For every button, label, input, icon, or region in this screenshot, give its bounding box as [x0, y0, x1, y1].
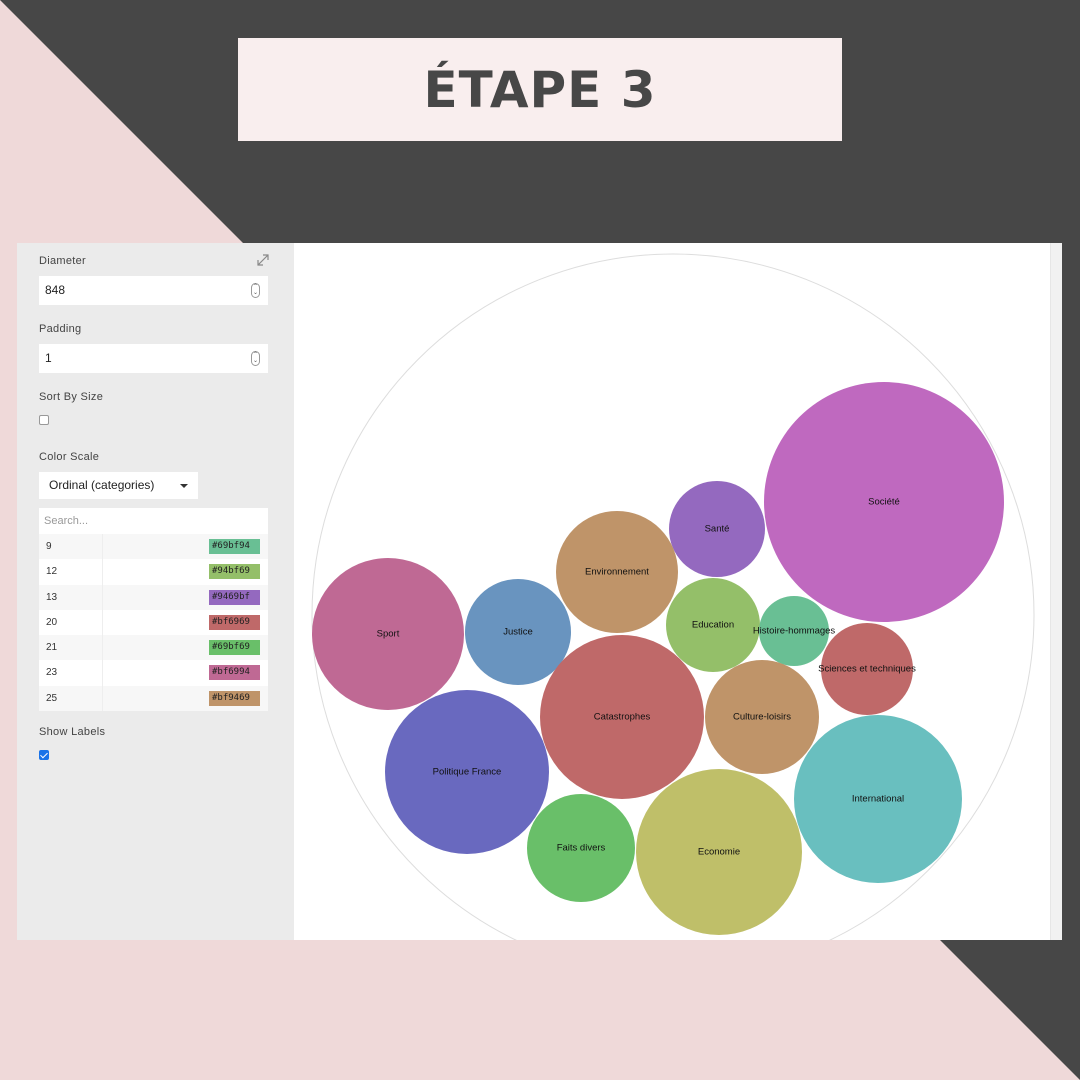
bubble-label: Société — [868, 497, 900, 508]
color-row-label: 21 — [46, 642, 58, 654]
bubble-label: Histoire-hommages — [753, 626, 836, 637]
padding-spinner-icon[interactable]: ⌃ ⌄ — [251, 351, 260, 366]
color-scale-label: Color Scale — [39, 451, 100, 463]
diameter-value: 848 — [45, 283, 66, 297]
diameter-spinner-icon[interactable]: ⌃ ⌄ — [251, 283, 260, 298]
expand-icon[interactable] — [257, 254, 269, 266]
bubble-label: Culture-loisirs — [733, 712, 791, 723]
bubble-label: Justice — [503, 627, 533, 638]
color-row-label: 12 — [46, 566, 58, 578]
color-row[interactable]: 21 #69bf69 — [39, 635, 268, 661]
color-search-input[interactable]: Search... — [39, 508, 268, 534]
bubble-label: Economie — [698, 847, 740, 858]
color-swatch[interactable]: #94bf69 — [209, 564, 260, 580]
padding-label: Padding — [39, 323, 82, 335]
color-row[interactable]: 20 #bf6969 — [39, 609, 268, 636]
diameter-label: Diameter — [39, 255, 87, 267]
color-row-label: 13 — [46, 591, 58, 603]
row-divider — [102, 635, 103, 661]
color-row-label: 25 — [46, 692, 58, 704]
settings-panel: Diameter 848 ⌃ ⌄ Padding 1 ⌃ ⌄ Sort By Siz… — [17, 243, 294, 940]
sort-by-size-label: Sort By Size — [39, 391, 104, 403]
color-search-placeholder: Search... — [44, 515, 89, 527]
bubble-label: Sciences et techniques — [818, 664, 916, 675]
bubble-label: Catastrophes — [594, 712, 651, 723]
page-title: ÉTAPE 3 — [423, 60, 657, 119]
color-row[interactable]: 12 #94bf69 — [39, 559, 268, 585]
color-row-label: 9 — [46, 541, 52, 552]
bubble-chart: Société Santé Environnement Sport Justice Edu… — [311, 253, 1035, 940]
color-scale-selected: Ordinal (categories) — [49, 478, 155, 492]
row-divider — [102, 559, 103, 585]
row-divider — [102, 609, 103, 636]
row-divider — [102, 584, 103, 610]
bubble-label: Environnement — [585, 567, 649, 578]
color-row[interactable]: 9 #69bf94 — [39, 534, 268, 560]
color-swatch[interactable]: #bf6969 — [209, 614, 260, 630]
bubble-label: Sport — [377, 629, 400, 640]
bubble-label: International — [852, 794, 904, 805]
color-rows: 9 #69bf94 12 #94bf69 13 #9469bf 20 #bf6969 21 #69… — [39, 534, 268, 712]
canvas-scrollbar[interactable] — [1050, 243, 1062, 940]
row-divider — [102, 685, 103, 712]
color-row-label: 20 — [46, 616, 58, 628]
color-swatch[interactable]: #69bf94 — [209, 539, 260, 554]
color-swatch[interactable]: #69bf69 — [209, 640, 260, 656]
sort-by-size-checkbox[interactable] — [39, 415, 49, 425]
padding-value: 1 — [45, 351, 52, 365]
color-swatch[interactable]: #bf6994 — [209, 665, 260, 681]
padding-input[interactable]: 1 ⌃ ⌄ — [39, 344, 268, 373]
chevron-down-icon — [180, 484, 188, 488]
title-banner: ÉTAPE 3 — [238, 38, 842, 141]
color-scale-select[interactable]: Ordinal (categories) — [39, 472, 198, 499]
color-row[interactable]: 13 #9469bf — [39, 584, 268, 610]
row-divider — [102, 660, 103, 686]
bubble-label: Politique France — [433, 767, 502, 778]
diameter-input[interactable]: 848 ⌃ ⌄ — [39, 276, 268, 305]
color-row[interactable]: 25 #bf9469 — [39, 685, 268, 712]
show-labels-checkbox[interactable] — [39, 750, 49, 760]
color-scale-list: Search... 9 #69bf94 12 #94bf69 13 #9469bf 20 #b… — [39, 508, 268, 712]
color-swatch[interactable]: #9469bf — [209, 589, 260, 605]
bubble-label: Faits divers — [557, 843, 606, 854]
color-swatch[interactable]: #bf9469 — [209, 690, 260, 706]
bubble-label: Santé — [705, 524, 730, 535]
color-row[interactable]: 23 #bf6994 — [39, 660, 268, 686]
bubble-label: Education — [692, 620, 734, 631]
show-labels-label: Show Labels — [39, 726, 106, 738]
bubble-chart-canvas: Société Santé Environnement Sport Justice Edu… — [294, 243, 1062, 940]
row-divider — [102, 534, 103, 560]
color-row-label: 23 — [46, 667, 58, 679]
